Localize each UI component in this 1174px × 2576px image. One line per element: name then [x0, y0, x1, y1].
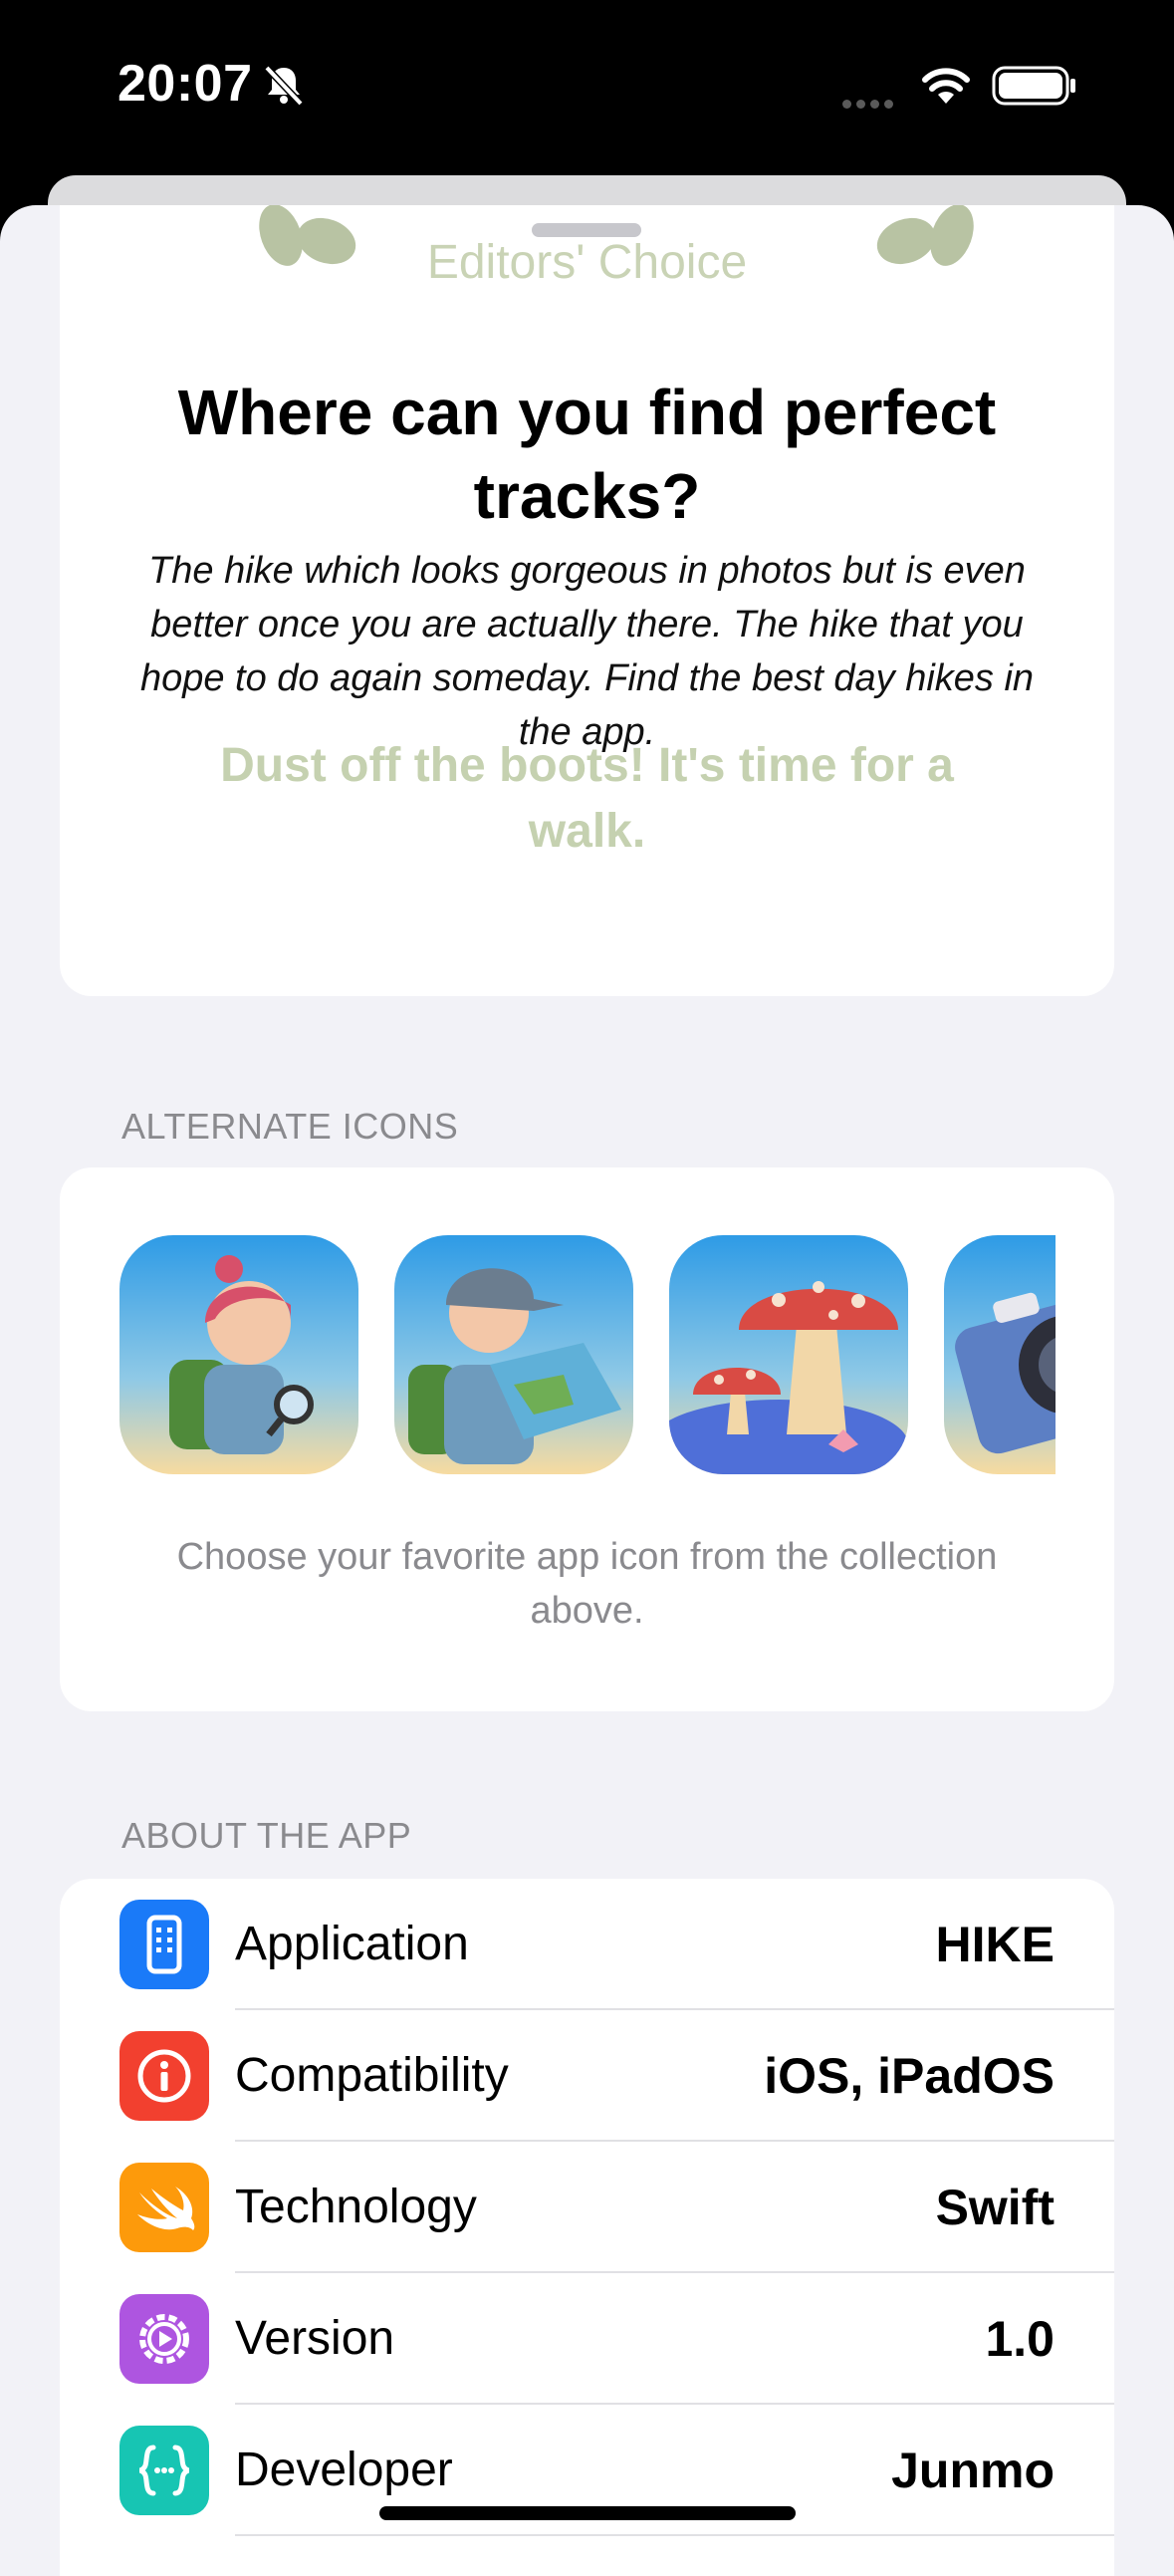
status-time: 20:07	[117, 55, 253, 113]
alternate-icons-caption: Choose your favorite app icon from the c…	[176, 1536, 998, 1632]
signal-dots-icon	[842, 96, 898, 114]
alternate-icons-carousel[interactable]	[119, 1235, 1056, 1474]
info-icon	[119, 2031, 209, 2121]
settings-sheet[interactable]: Editors' Choice Where can you find perfe…	[0, 205, 1174, 2576]
wifi-icon	[922, 68, 970, 104]
home-indicator[interactable]	[379, 2506, 796, 2520]
hero-card: Editors' Choice Where can you find perfe…	[60, 205, 1114, 996]
hero-description: The hike which looks gorgeous in photos …	[139, 550, 1035, 753]
row-label: Compatibility	[235, 2049, 509, 2102]
hiker-girl-magnifier-icon[interactable]	[119, 1235, 358, 1474]
battery-icon	[992, 66, 1075, 106]
row-value: iOS, iPadOS	[764, 2048, 1055, 2104]
about-row-technology: Technology Swift	[60, 2142, 1114, 2273]
alternate-icons-card: Choose your favorite app icon from the c…	[60, 1167, 1114, 1711]
about-app-header: ABOUT THE APP	[121, 1815, 412, 1856]
bell-slash-icon	[264, 65, 304, 107]
row-divider	[235, 2534, 1114, 2536]
hero-tagline: Dust off the boots! It's time for a walk…	[220, 739, 954, 858]
editors-choice-badge: Editors' Choice	[426, 236, 748, 289]
about-row-compatibility: Compatibility iOS, iPadOS	[60, 2010, 1114, 2142]
swift-icon	[119, 2163, 209, 2252]
row-label: Technology	[235, 2181, 477, 2233]
row-value: Swift	[935, 2180, 1055, 2235]
status-bar: 20:07	[0, 0, 1174, 174]
row-value: 1.0	[985, 2311, 1055, 2367]
curly-braces-icon	[119, 2426, 209, 2515]
row-value: Junmo	[891, 2443, 1055, 2498]
camera-icon[interactable]	[944, 1235, 1056, 1474]
hiker-boy-map-icon[interactable]	[394, 1235, 633, 1474]
about-row-application: Application HIKE	[60, 1879, 1114, 2010]
row-value: HIKE	[935, 1917, 1055, 1972]
row-label: Version	[235, 2312, 395, 2365]
iphone-icon	[119, 1900, 209, 1989]
gear-icon	[119, 2294, 209, 2384]
about-app-card: Application HIKE Compatibility iOS, iPad…	[60, 1879, 1114, 2576]
alternate-icons-header: ALTERNATE ICONS	[121, 1106, 459, 1147]
about-row-version: Version 1.0	[60, 2273, 1114, 2405]
sheet-grabber[interactable]	[532, 223, 641, 237]
hero-title: Where can you find perfect tracks?	[177, 377, 997, 532]
row-label: Application	[235, 1918, 469, 1970]
mushroom-icon[interactable]	[669, 1235, 908, 1474]
